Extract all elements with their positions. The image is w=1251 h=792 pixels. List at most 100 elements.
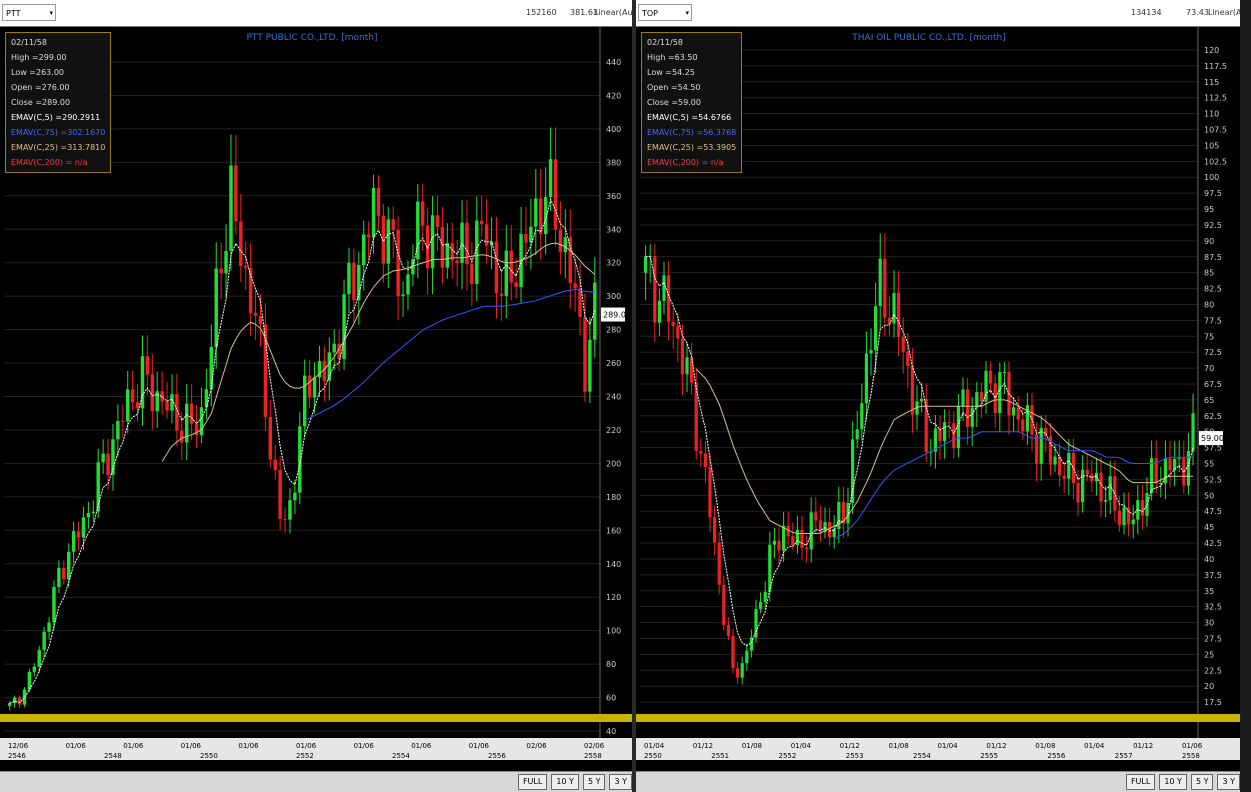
candle <box>244 266 248 268</box>
candle <box>1127 507 1131 525</box>
side-toolbar[interactable] <box>1240 0 1251 792</box>
range-5y-button[interactable]: 5 Y <box>582 774 606 790</box>
y-tick-label: 62.5 <box>1204 412 1222 421</box>
year-label: 2553 <box>846 752 864 760</box>
candle <box>814 512 818 521</box>
range-5y-button[interactable]: 5 Y <box>1190 774 1214 790</box>
candle <box>42 631 46 650</box>
candle <box>897 292 901 337</box>
y-tick-label: 85 <box>1204 269 1214 278</box>
candle <box>312 377 317 398</box>
candle <box>268 416 273 460</box>
range-toolbar: FULL 10 Y 5 Y 3 Y <box>636 771 1240 792</box>
symbol-select[interactable]: TOP ▾ <box>638 4 692 21</box>
candle <box>121 420 125 422</box>
candle <box>470 264 474 284</box>
candle <box>258 315 263 325</box>
year-label: 2551 <box>711 752 729 760</box>
info-date: 02/11/58 <box>11 38 47 47</box>
candle <box>22 689 27 705</box>
candle <box>534 198 538 227</box>
candle <box>101 453 105 463</box>
info-ema5: EMAV(C,5) =54.6766 <box>647 113 732 122</box>
candle <box>57 567 61 587</box>
candle <box>883 258 887 318</box>
candle <box>901 336 905 352</box>
candle <box>910 366 915 415</box>
candle <box>568 237 572 284</box>
y-tick-label: 380 <box>606 158 621 167</box>
candle <box>494 241 499 294</box>
y-tick-label: 90 <box>1204 237 1214 246</box>
candle <box>529 226 533 243</box>
candle <box>644 256 648 273</box>
y-tick-label: 115 <box>1204 78 1219 87</box>
candle <box>1099 472 1103 502</box>
ohlc-info-box: 02/11/58 High =299.00 Low =263.00 Open =… <box>5 32 112 173</box>
candle <box>524 233 528 243</box>
y-tick-label: 440 <box>606 58 621 67</box>
candle <box>189 403 194 424</box>
candle <box>307 375 312 398</box>
candle <box>578 288 582 318</box>
candle <box>278 470 282 519</box>
candle <box>745 650 749 664</box>
candle <box>514 282 518 288</box>
y-tick-label: 35 <box>1204 587 1214 596</box>
candle <box>920 398 924 402</box>
candle <box>782 525 786 551</box>
candle <box>386 219 391 264</box>
range-10y-button[interactable]: 10 Y <box>1159 774 1187 790</box>
year-label: 2556 <box>488 752 506 760</box>
ohlc-info-box: 02/11/58 High =63.50 Low =54.25 Open =54… <box>641 32 743 173</box>
candle <box>961 389 965 406</box>
candle <box>1021 419 1025 432</box>
candle <box>690 357 694 383</box>
year-label: 2557 <box>1115 752 1133 760</box>
chart-title: THAI OIL PUBLIC CO.,LTD. [month] <box>851 33 1005 43</box>
info-high: High =299.00 <box>11 53 67 62</box>
candle <box>726 624 731 636</box>
y-tick-label: 77.5 <box>1204 316 1222 325</box>
range-10y-button[interactable]: 10 Y <box>551 774 579 790</box>
range-3y-button[interactable]: 3 Y <box>609 774 632 790</box>
range-full-button[interactable]: FULL <box>1125 774 1156 790</box>
info-low: Low =263.00 <box>11 68 64 77</box>
candle <box>736 668 740 678</box>
y-tick-label: 75 <box>1204 332 1214 341</box>
symbol-select[interactable]: PTT ▾ <box>2 4 56 21</box>
candle <box>657 300 662 323</box>
candle <box>851 439 855 504</box>
x-tick-label: 12/06 <box>8 742 29 750</box>
y-tick-label: 22.5 <box>1204 666 1222 675</box>
range-toolbar: FULL 10 Y 5 Y 3 Y <box>0 771 632 792</box>
range-3y-button[interactable]: 3 Y <box>1217 774 1240 790</box>
candle <box>855 429 859 440</box>
candle <box>777 540 781 551</box>
range-full-button[interactable]: FULL <box>517 774 548 790</box>
candle <box>234 165 238 222</box>
y-tick-label: 60 <box>606 694 616 703</box>
toolbar-scale: Linear(Auto) <box>1208 8 1240 17</box>
candle <box>1104 500 1108 502</box>
y-tick-label: 400 <box>606 125 621 134</box>
candle <box>956 405 961 449</box>
candle <box>837 502 841 530</box>
y-tick-label: 105 <box>1204 141 1219 150</box>
x-tick-label: 01/12 <box>840 742 860 750</box>
y-tick-label: 20 <box>1204 682 1214 691</box>
candle <box>878 258 882 307</box>
candle <box>62 567 66 580</box>
x-tick-label: 01/06 <box>411 742 432 750</box>
info-ema200: EMAV(C,200) = n/a <box>11 158 88 167</box>
last-price-label: 59.00 <box>1201 434 1224 443</box>
year-label: 2556 <box>1048 752 1066 760</box>
y-tick-label: 87.5 <box>1204 253 1222 262</box>
candle <box>548 159 553 197</box>
candle <box>947 422 951 424</box>
candle <box>1085 469 1089 475</box>
candle <box>135 402 140 409</box>
candle <box>106 453 110 475</box>
candle <box>772 540 777 545</box>
candle <box>1191 413 1195 452</box>
